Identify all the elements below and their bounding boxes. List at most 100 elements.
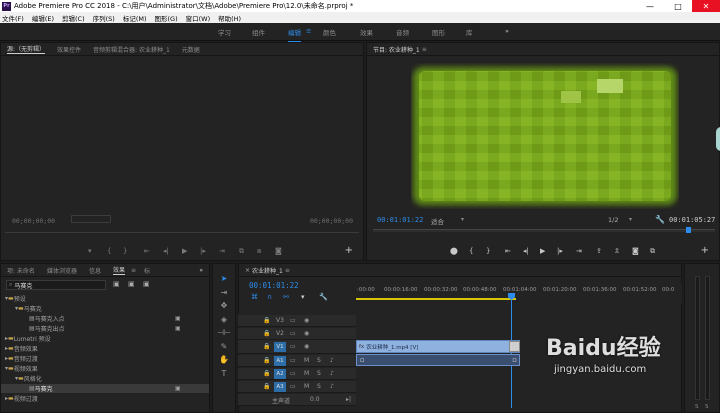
timeline-settings-wrench-icon[interactable]: 🔧 xyxy=(319,293,328,301)
source-add-button[interactable]: + xyxy=(345,245,353,256)
tab-effect-controls[interactable]: 效果控件 xyxy=(57,45,81,54)
program-lift-icon[interactable]: ⇪ xyxy=(596,247,602,255)
eye-icon[interactable]: ◉ xyxy=(304,317,309,324)
program-add-button[interactable]: + xyxy=(701,245,709,256)
workspace-menu-icon[interactable]: ≡ xyxy=(306,27,311,35)
effects-panel-menu-icon[interactable]: ≡ xyxy=(131,267,136,274)
time-ruler[interactable] xyxy=(356,283,682,303)
workspace-color[interactable]: 颜色 xyxy=(323,27,336,37)
program-scrubber[interactable] xyxy=(373,229,715,232)
tree-item-mosaic-effect[interactable]: ▤ 马赛克 ▣ xyxy=(1,384,209,393)
tree-item-presets[interactable]: ▾ ▬ 预设 xyxy=(1,294,209,303)
menu-marker[interactable]: 标记(M) xyxy=(123,13,147,23)
solo-left-button[interactable]: S xyxy=(695,404,699,410)
tab-sequence[interactable]: 农业耕种_1 xyxy=(252,266,283,275)
razor-tool-icon[interactable]: ◈ xyxy=(218,314,230,325)
selection-tool-icon[interactable]: ➤ xyxy=(218,273,230,284)
source-scrubber[interactable] xyxy=(5,232,359,233)
program-compare-icon[interactable]: ⧉ xyxy=(650,247,655,256)
scroll-indicator[interactable] xyxy=(716,127,720,151)
source-insert-icon[interactable]: ⧉ xyxy=(239,247,244,256)
tree-item-audio-effects[interactable]: ▸ ▬ 音频效果 xyxy=(1,344,209,353)
effects-more-icon[interactable]: » xyxy=(199,267,203,274)
workspace-audio[interactable]: 音频 xyxy=(396,27,409,37)
program-goto-out-icon[interactable]: ⇥ xyxy=(576,247,582,255)
source-in-icon[interactable]: { xyxy=(107,247,111,255)
type-tool-icon[interactable]: T xyxy=(218,368,230,379)
source-goto-in-icon[interactable]: ⇤ xyxy=(144,247,150,255)
source-goto-out-icon[interactable]: ⇥ xyxy=(219,247,225,255)
lock-icon[interactable]: 🔒 xyxy=(263,330,270,337)
tab-metadata[interactable]: 元数据 xyxy=(182,45,200,54)
program-marker-icon[interactable]: ⬤ xyxy=(450,247,458,255)
video-clip[interactable]: fx 农业耕种_1.mp4 [V] xyxy=(356,340,520,353)
tree-item-mosaic-out[interactable]: ▤ 马赛克出点 ▣ xyxy=(1,324,209,333)
source-export-frame-icon[interactable]: ◙ xyxy=(275,247,282,255)
workspace-editing[interactable]: 编辑 xyxy=(288,27,301,42)
sync-lock-icon[interactable]: ▭ xyxy=(290,370,296,377)
timeline-close-icon[interactable]: × xyxy=(245,267,250,274)
source-zoom-select[interactable] xyxy=(71,215,111,223)
program-fit-select[interactable]: 适合 xyxy=(431,216,444,226)
menu-sequence[interactable]: 序列(S) xyxy=(93,13,115,23)
program-step-forward-icon[interactable]: |▸ xyxy=(557,247,563,255)
program-play-icon[interactable]: ▶ xyxy=(540,247,545,255)
timeline-timecode[interactable]: 00:01:01:22 xyxy=(249,281,299,290)
program-step-back-icon[interactable]: ◂| xyxy=(523,247,529,255)
mic-icon[interactable]: ♪ xyxy=(330,357,334,364)
master-goto-end-icon[interactable]: ▸| xyxy=(346,396,351,403)
ripple-edit-tool-icon[interactable]: ✥ xyxy=(218,300,230,311)
workspace-graphics[interactable]: 图形 xyxy=(432,27,445,37)
menu-clip[interactable]: 剪辑(C) xyxy=(62,13,85,23)
32bit-effects-icon[interactable]: ▣ xyxy=(128,280,135,288)
effects-search-box[interactable]: ⌕ 马赛克 xyxy=(6,280,106,290)
program-goto-in-icon[interactable]: ⇤ xyxy=(505,247,511,255)
add-marker-icon[interactable]: ▾ xyxy=(301,293,305,301)
fit-chevron-down-icon[interactable]: ▾ xyxy=(461,216,464,223)
program-in-icon[interactable]: { xyxy=(469,247,473,255)
tree-item-video-effects[interactable]: ▾ ▬ 视频效果 xyxy=(1,364,209,373)
linked-selection-icon[interactable]: ⚯ xyxy=(283,293,289,301)
audio-clip[interactable]: ▫ ▫ xyxy=(356,354,520,366)
tab-program[interactable]: 节目: 农业耕种_1 xyxy=(373,45,420,54)
track-label-v1[interactable]: V1 xyxy=(274,342,286,352)
source-overwrite-icon[interactable]: ⧈ xyxy=(257,247,261,256)
source-step-forward-icon[interactable]: |▸ xyxy=(200,247,206,255)
program-timecode[interactable]: 00:01:01:22 xyxy=(377,216,423,224)
lock-icon[interactable]: 🔒 xyxy=(263,383,270,390)
close-button[interactable]: ✕ xyxy=(692,0,720,12)
tree-item-audio-transitions[interactable]: ▸ ▬ 音频过渡 xyxy=(1,354,209,363)
sync-lock-icon[interactable]: ▭ xyxy=(290,357,296,364)
tree-item-video-transitions[interactable]: ▸ ▬ 视频过渡 xyxy=(1,394,209,403)
source-marker-icon[interactable]: ▾ xyxy=(88,247,92,255)
lock-icon[interactable]: 🔒 xyxy=(263,317,270,324)
mute-button[interactable]: M xyxy=(304,370,309,377)
menu-help[interactable]: 帮助(H) xyxy=(218,13,241,23)
lock-icon[interactable]: 🔒 xyxy=(263,370,270,377)
track-select-tool-icon[interactable]: ⇥ xyxy=(218,287,230,298)
tree-item-lumetri[interactable]: ▸ ▬ Lumetri 预设 xyxy=(1,334,209,343)
mute-button[interactable]: M xyxy=(304,357,309,364)
snap-icon[interactable]: ∩ xyxy=(267,293,272,301)
lock-icon[interactable]: 🔒 xyxy=(263,357,270,364)
tab-media-browser[interactable]: 媒体浏览器 xyxy=(47,266,77,275)
menu-edit[interactable]: 编辑(E) xyxy=(32,13,54,23)
nest-icon[interactable]: ⌘ xyxy=(251,293,258,301)
workspace-learning[interactable]: 学习 xyxy=(218,27,231,37)
track-label-v2[interactable]: V2 xyxy=(276,330,284,337)
pen-tool-icon[interactable]: ✎ xyxy=(218,341,230,352)
hand-tool-icon[interactable]: ✋ xyxy=(218,354,230,365)
tab-project[interactable]: 项: 未命名 xyxy=(7,266,35,275)
tab-source[interactable]: 源:（无剪辑） xyxy=(7,44,46,54)
mic-icon[interactable]: ♪ xyxy=(330,383,334,390)
yuv-effects-icon[interactable]: ▣ xyxy=(143,280,150,288)
workspace-effects[interactable]: 效果 xyxy=(360,27,373,37)
menu-graphics[interactable]: 图形(G) xyxy=(155,13,178,23)
effects-search-input[interactable]: 马赛克 xyxy=(14,281,32,290)
mic-icon[interactable]: ♪ xyxy=(330,370,334,377)
workspace-assembly[interactable]: 组件 xyxy=(252,27,265,37)
master-volume-value[interactable]: 0.0 xyxy=(310,396,320,403)
sync-lock-icon[interactable]: ▭ xyxy=(290,383,296,390)
program-out-icon[interactable]: } xyxy=(486,247,490,255)
tree-item-stylize[interactable]: ▾ ▬ 风格化 xyxy=(1,374,209,383)
